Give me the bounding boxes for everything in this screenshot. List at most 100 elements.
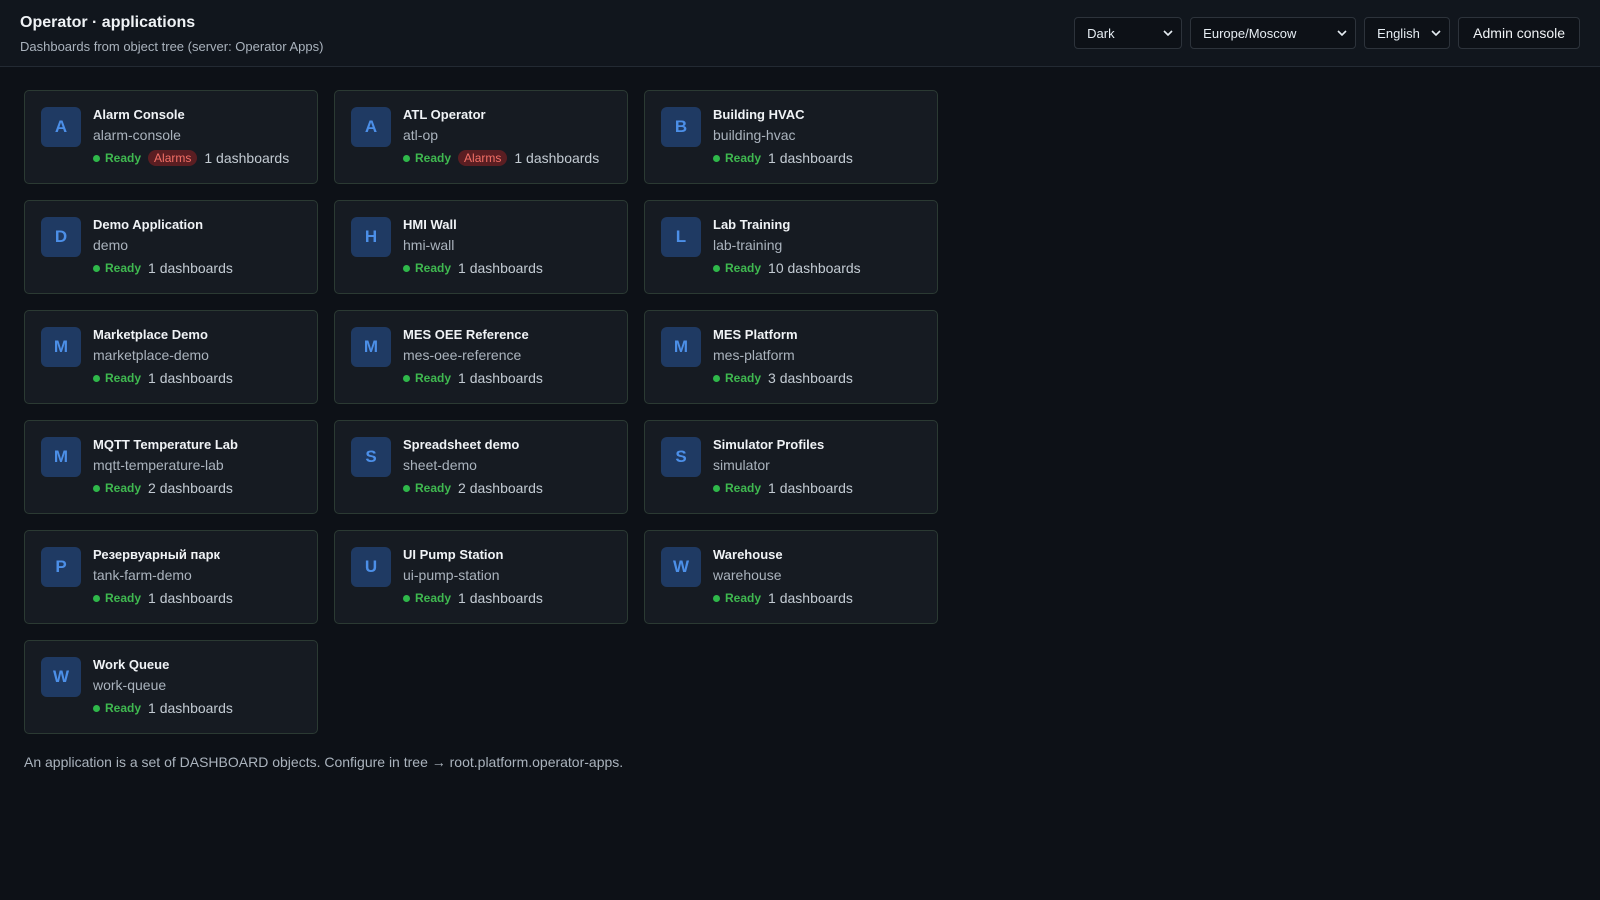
app-slug: warehouse (713, 567, 782, 583)
page-title: Operator · applications (20, 14, 196, 31)
app-status-row: Ready 1 dashboards (93, 590, 233, 606)
app-card[interactable]: B Building HVAC building-hvac Ready 1 dashbo… (644, 90, 938, 184)
app-status-row: Ready 2 dashboards (403, 480, 543, 496)
app-card[interactable]: A Alarm Console alarm-console Ready Alarms 1 … (24, 90, 318, 184)
app-name: Marketplace Demo (93, 327, 208, 342)
footer-note: An application is a set of DASHBOARD obj… (24, 754, 624, 770)
app-status-row: Ready Alarms 1 dashboards (403, 150, 599, 166)
status-ready-label: Ready (105, 591, 142, 605)
app-name: UI Pump Station (403, 547, 504, 562)
app-card[interactable]: W Warehouse warehouse Ready 1 dashboards (644, 530, 938, 624)
app-avatar: W (661, 547, 701, 587)
app-avatar: S (661, 437, 701, 477)
status-ready-label: Ready (415, 371, 452, 385)
app-avatar: M (351, 327, 391, 367)
app-status-row: Ready 2 dashboards (93, 480, 233, 496)
app-card[interactable]: W Work Queue work-queue Ready 1 dashboards (24, 640, 318, 734)
dashboard-count: 1 dashboards (514, 150, 600, 166)
app-slug: tank-farm-demo (93, 567, 192, 583)
status-ready-label: Ready (415, 481, 452, 495)
app-card[interactable]: M MQTT Temperature Lab mqtt-temperature-la… (24, 420, 318, 514)
app-slug: simulator (713, 457, 770, 473)
status-dot-icon (93, 374, 100, 382)
timezone-select[interactable]: Europe/Moscow (1190, 17, 1357, 49)
dashboard-count: 1 dashboards (148, 260, 233, 276)
app-name: MQTT Temperature Lab (93, 437, 238, 452)
app-status-row: Ready 1 dashboards (93, 700, 233, 716)
chevron-down-icon (1163, 18, 1173, 48)
language-select-value: English (1377, 26, 1420, 41)
status-dot-icon (713, 594, 720, 602)
status-ready-label: Ready (105, 701, 142, 715)
theme-select-value: Dark (1087, 26, 1115, 41)
app-name: ATL Operator (403, 107, 486, 122)
dashboard-count: 1 dashboards (458, 370, 543, 386)
status-dot-icon (713, 264, 720, 272)
app-card[interactable]: S Simulator Profiles simulator Ready 1 dashb… (644, 420, 938, 514)
status-dot-icon (403, 154, 410, 162)
app-slug: marketplace-demo (93, 347, 209, 363)
app-avatar: A (41, 107, 81, 147)
app-card[interactable]: M Marketplace Demo marketplace-demo Ready 1 … (24, 310, 318, 404)
dashboard-count: 2 dashboards (458, 480, 543, 496)
status-ready-label: Ready (105, 151, 142, 165)
language-select[interactable]: English (1364, 17, 1451, 49)
app-status-row: Ready 1 dashboards (403, 260, 543, 276)
app-status-row: Ready 10 dashboards (713, 260, 861, 276)
status-dot-icon (93, 484, 100, 492)
app-avatar: W (41, 657, 81, 697)
app-card[interactable]: A ATL Operator atl-op Ready Alarms 1 dashboar… (334, 90, 628, 184)
app-name: Work Queue (93, 657, 170, 672)
app-status-row: Ready 1 dashboards (93, 370, 233, 386)
dashboard-count: 3 dashboards (768, 370, 853, 386)
status-dot-icon (713, 374, 720, 382)
status-dot-icon (403, 264, 410, 272)
dashboard-count: 2 dashboards (148, 480, 233, 496)
app-name: HMI Wall (403, 217, 457, 232)
app-card[interactable]: M MES Platform mes-platform Ready 3 dashboar… (644, 310, 938, 404)
dashboard-count: 1 dashboards (768, 480, 853, 496)
app-card[interactable]: U UI Pump Station ui-pump-station Ready 1 da… (334, 530, 628, 624)
timezone-select-value: Europe/Moscow (1203, 26, 1297, 41)
app-card[interactable]: L Lab Training lab-training Ready 10 dashboa… (644, 200, 938, 294)
app-slug: mes-platform (713, 347, 795, 363)
status-ready-label: Ready (105, 261, 142, 275)
theme-select[interactable]: Dark (1074, 17, 1183, 49)
app-slug: building-hvac (713, 127, 796, 143)
dashboard-count: 1 dashboards (204, 150, 290, 166)
app-name: Warehouse (713, 547, 783, 562)
status-dot-icon (713, 154, 720, 162)
app-slug: sheet-demo (403, 457, 477, 473)
app-avatar: A (351, 107, 391, 147)
dashboard-count: 1 dashboards (148, 700, 233, 716)
app-card[interactable]: M MES OEE Reference mes-oee-reference Ready… (334, 310, 628, 404)
status-dot-icon (403, 374, 410, 382)
app-status-row: Ready 1 dashboards (403, 370, 543, 386)
app-name: MES Platform (713, 327, 798, 342)
admin-console-button[interactable]: Admin console (1458, 17, 1580, 49)
status-ready-label: Ready (725, 481, 762, 495)
app-status-row: Ready 1 dashboards (713, 590, 853, 606)
app-slug: ui-pump-station (403, 567, 500, 583)
app-card[interactable]: S Spreadsheet demo sheet-demo Ready 2 dashbo… (334, 420, 628, 514)
app-avatar: M (661, 327, 701, 367)
app-status-row: Ready Alarms 1 dashboards (93, 150, 289, 166)
app-card[interactable]: P Резервуарный парк tank-farm-demo Ready 1 d… (24, 530, 318, 624)
header-controls: Dark Europe/Moscow English Admin console (1074, 17, 1580, 49)
status-ready-label: Ready (725, 151, 762, 165)
app-slug: demo (93, 237, 129, 253)
status-dot-icon (403, 594, 410, 602)
dashboard-count: 10 dashboards (768, 260, 861, 276)
app-avatar: L (661, 217, 701, 257)
app-card[interactable]: H HMI Wall hmi-wall Ready 1 dashboards (334, 200, 628, 294)
alarms-badge: Alarms (458, 150, 508, 166)
app-card[interactable]: D Demo Application demo Ready 1 dashboards (24, 200, 318, 294)
app-avatar: U (351, 547, 391, 587)
app-avatar: H (351, 217, 391, 257)
top-bar: Operator · applications Dashboards from … (0, 0, 1600, 67)
status-ready-label: Ready (725, 371, 762, 385)
status-dot-icon (93, 154, 100, 162)
app-status-row: Ready 1 dashboards (403, 590, 543, 606)
app-status-row: Ready 1 dashboards (713, 480, 853, 496)
status-ready-label: Ready (105, 481, 142, 495)
